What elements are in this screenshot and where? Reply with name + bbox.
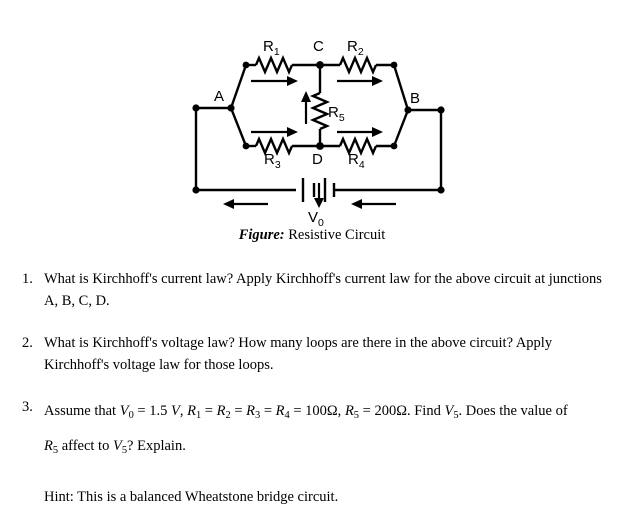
resistor-r1-zigzag <box>254 54 294 76</box>
q3-tail2: affect to <box>61 437 110 454</box>
junction-dots <box>192 61 445 194</box>
arrow-bottom-right-head <box>351 199 362 209</box>
label-node-a: A <box>214 88 224 105</box>
arrow-bottom-left-head <box>223 199 234 209</box>
dot-node-d <box>316 142 324 150</box>
circuit-wires <box>194 54 443 202</box>
hint-text: Hint: This is a balanced Wheatstone brid… <box>44 488 339 505</box>
question-3-text: Assume that V0 = 1.5 V, R1 = R2 = R3 = R… <box>44 396 606 466</box>
q3-eq2: = <box>204 403 213 419</box>
dot-top-right-branch <box>390 61 398 69</box>
label-node-b: B <box>410 90 420 107</box>
figure-caption-text: Resistive Circuit <box>288 227 386 243</box>
question-2-text: What is Kirchhoff's voltage law? How man… <box>44 335 553 373</box>
document-page: R1 R2 R3 R4 R5 A B C D V0 Figure: Resist… <box>0 0 624 519</box>
q3-r2: R2 <box>216 403 231 421</box>
resistor-r5-zigzag <box>309 91 331 131</box>
q3-v0: V0 <box>119 403 134 421</box>
q3-eq1: = 1.5 <box>137 403 168 419</box>
q3-tail1: . Does the value of <box>458 403 568 419</box>
question-item-3: 3. Assume that V0 = 1.5 V, R1 = R2 = R3 … <box>0 396 624 466</box>
q3-r5b: R5 <box>44 437 59 456</box>
dot-bottom-left-branch <box>242 142 250 150</box>
label-node-d: D <box>312 151 323 168</box>
arrow-i2-head <box>372 76 383 86</box>
q3-tail3: ? Explain. <box>127 437 186 454</box>
q3-find: Find <box>414 403 441 419</box>
question-2-number: 2. <box>22 335 33 351</box>
arrow-i4-head <box>372 127 383 137</box>
q3-r5: R5 <box>344 403 360 421</box>
q3-eq3: = <box>234 403 243 419</box>
wire-a-to-topleft <box>229 64 248 109</box>
arrow-v0-head <box>314 198 324 208</box>
arrow-i3-head <box>287 127 298 137</box>
label-r3: R3 <box>264 151 281 171</box>
question-item-1: 1. What is Kirchhoff's current law? Appl… <box>0 268 624 312</box>
label-node-c: C <box>313 38 324 55</box>
q3-comma1: , <box>179 403 184 419</box>
q3-eq5: = 100Ω, <box>293 403 342 419</box>
dot-node-a <box>227 104 235 112</box>
figure-caption: Figure: Resistive Circuit <box>0 226 624 244</box>
q3-eq4: = <box>263 403 273 419</box>
arrow-i5-head <box>301 91 311 102</box>
label-r2: R2 <box>347 38 364 58</box>
question-3-number: 3. <box>22 399 33 415</box>
q3-lead: Assume that <box>44 403 117 419</box>
resistor-r2-zigzag <box>338 54 378 76</box>
wire-topright-to-b <box>392 64 410 111</box>
label-r1: R1 <box>263 38 280 58</box>
figure-caption-label: Figure: <box>238 227 285 243</box>
q3-unit-v: V <box>170 403 180 419</box>
wire-bottomright-to-b <box>392 109 410 147</box>
label-r4: R4 <box>348 151 365 171</box>
label-r5: R5 <box>328 104 345 124</box>
dot-bottom-right-branch <box>390 142 398 150</box>
circuit-diagram-svg: R1 R2 R3 R4 R5 A B C D V0 <box>192 38 445 229</box>
dot-node-b <box>404 106 412 114</box>
dot-left-rail-top <box>192 104 200 112</box>
q3-v5b: V5 <box>112 437 128 456</box>
questions-list: 1. What is Kirchhoff's current law? Appl… <box>0 268 624 508</box>
arrow-i1-head <box>287 76 298 86</box>
circuit-figure: R1 R2 R3 R4 R5 A B C D V0 <box>0 0 624 230</box>
q3-v5: V5 <box>444 403 459 421</box>
dot-node-c <box>316 61 324 69</box>
wire-a-to-bottomleft <box>229 107 248 147</box>
question-1-number: 1. <box>22 271 33 287</box>
dot-left-rail-bottom <box>192 186 200 194</box>
q3-r1: R1 <box>187 403 202 421</box>
dot-right-rail-top <box>437 106 445 114</box>
q3-r3: R3 <box>246 403 261 421</box>
dot-right-rail-bottom <box>437 186 445 194</box>
question-item-2: 2. What is Kirchhoff's voltage law? How … <box>0 332 624 376</box>
question-1-text: What is Kirchhoff's current law? Apply K… <box>44 271 602 309</box>
dot-top-left-branch <box>242 61 250 69</box>
q3-eq6: = 200Ω. <box>362 403 411 419</box>
q3-r4: R4 <box>275 403 290 421</box>
